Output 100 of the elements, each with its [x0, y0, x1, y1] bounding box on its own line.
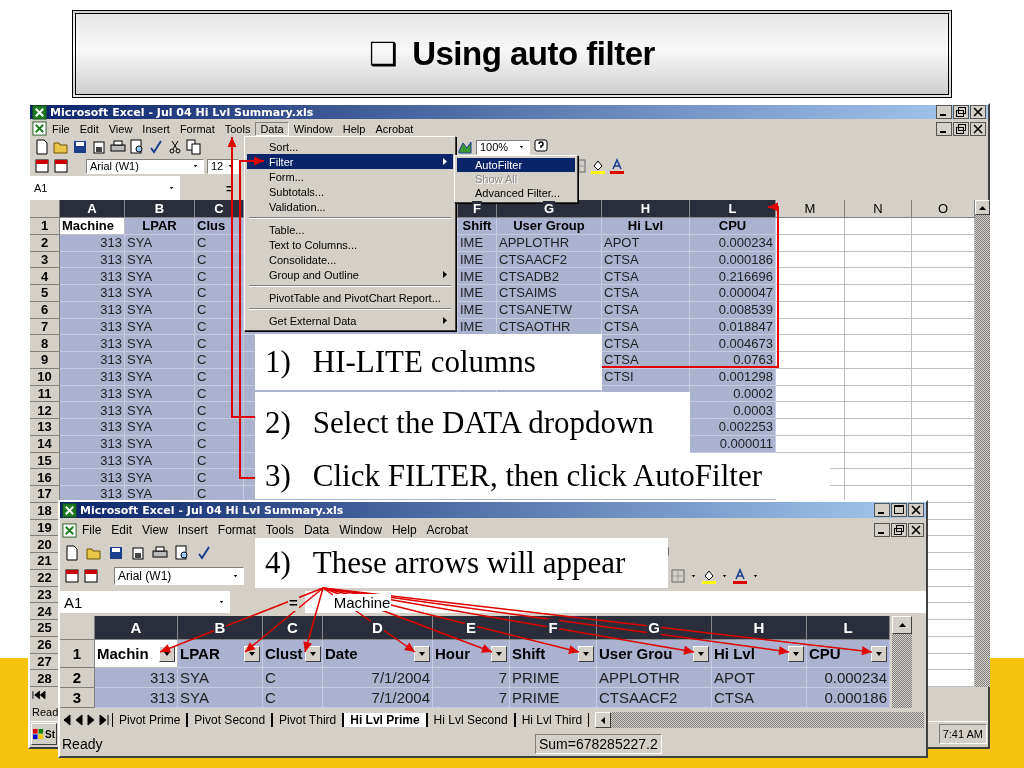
spreadsheet-app-icon[interactable]	[62, 522, 77, 538]
menu-item[interactable]: Help	[386, 522, 422, 538]
sheet-navigation-icon[interactable]	[62, 714, 112, 726]
menu-item[interactable]: Format	[212, 522, 261, 538]
menu-item[interactable]: Tools	[260, 522, 299, 538]
filter-dropdown-button[interactable]	[578, 645, 594, 662]
zoom-dropdown[interactable]: 100%	[476, 139, 530, 155]
minimize-button[interactable]	[874, 503, 890, 517]
column-header[interactable]: A	[95, 616, 178, 640]
restore-button[interactable]	[891, 523, 907, 537]
lock-document-icon[interactable]	[130, 545, 146, 561]
fill-color-icon[interactable]	[590, 158, 606, 174]
scroll-left-button[interactable]	[595, 712, 612, 728]
row-header[interactable]: 16	[30, 469, 60, 486]
sheet-tab[interactable]: Hi Lvl Second	[426, 713, 515, 727]
row-header[interactable]: 12	[30, 402, 60, 419]
menu-item[interactable]: Consolidate...	[247, 252, 453, 267]
minimize-button[interactable]	[936, 105, 952, 119]
close-button[interactable]	[908, 503, 924, 517]
row-header[interactable]: 8	[30, 335, 60, 352]
row-header[interactable]: 4	[30, 268, 60, 285]
menu-item[interactable]: Group and Outline	[247, 267, 453, 282]
column-header[interactable]: B	[178, 616, 263, 640]
print-icon[interactable]	[152, 545, 168, 561]
menu-item[interactable]: Tools	[219, 121, 256, 136]
column-header[interactable]: A	[60, 200, 125, 218]
copy-icon[interactable]	[186, 139, 202, 155]
row-header[interactable]: 21	[30, 553, 60, 570]
pdf-document-icon[interactable]	[34, 158, 50, 174]
column-header[interactable]: L	[690, 200, 776, 218]
row-header[interactable]: 25	[30, 620, 60, 637]
menu-item[interactable]: Window	[288, 121, 338, 136]
name-box[interactable]: A1	[60, 591, 230, 613]
menu-item[interactable]: PivotTable and PivotChart Report...	[247, 290, 453, 305]
filter-dropdown-button[interactable]	[414, 645, 430, 662]
menu-item[interactable]: Subtotals...	[247, 184, 453, 199]
font-color-icon[interactable]	[609, 158, 625, 174]
row-header[interactable]: 2	[60, 668, 95, 688]
menu-item[interactable]: Edit	[106, 522, 138, 538]
menu-item[interactable]: Validation...	[247, 199, 453, 214]
print-preview-icon[interactable]	[129, 139, 145, 155]
menu-item[interactable]: Help	[337, 121, 371, 136]
menu-item[interactable]: Format	[174, 121, 220, 136]
folder-icon[interactable]	[86, 545, 102, 561]
row-header[interactable]: 3	[60, 688, 95, 708]
menu-item[interactable]: Table...	[247, 222, 453, 237]
new-document-icon[interactable]	[64, 545, 80, 561]
pdf-document-icon[interactable]	[53, 158, 69, 174]
row-header[interactable]: 13	[30, 419, 60, 436]
column-header[interactable]: H	[602, 200, 690, 218]
close-button[interactable]	[970, 105, 986, 119]
scroll-up-button[interactable]	[975, 200, 990, 215]
menu-item[interactable]: Form...	[247, 169, 453, 184]
select-all-button[interactable]	[30, 200, 60, 218]
formula-field[interactable]: Machine	[304, 591, 926, 613]
menu-item[interactable]: View	[137, 522, 173, 538]
sheet-tab[interactable]: Hi Lvl Third	[514, 713, 590, 727]
scroll-up-button[interactable]	[892, 616, 912, 634]
column-header[interactable]: H	[712, 616, 807, 640]
menu-item[interactable]: Insert	[137, 121, 175, 136]
column-header[interactable]: N	[845, 200, 912, 218]
menu-item[interactable]: Edit	[74, 121, 104, 136]
filter-dropdown-button[interactable]	[693, 645, 709, 662]
maximize-button[interactable]	[891, 503, 907, 517]
menu-item[interactable]: File	[77, 522, 107, 538]
menu-item[interactable]: File	[47, 121, 75, 136]
close-button[interactable]	[908, 523, 924, 537]
sheet-tab[interactable]: Pivot Prime	[112, 713, 188, 727]
filter-dropdown-button[interactable]	[871, 645, 887, 662]
minimize-button[interactable]	[874, 523, 890, 537]
menu-item[interactable]: Get External Data	[247, 313, 453, 328]
font-color-icon[interactable]	[732, 568, 748, 584]
menu-item[interactable]: Text to Columns...	[247, 237, 453, 252]
column-header[interactable]: O	[912, 200, 975, 218]
menu-item[interactable]: Sort...	[247, 139, 453, 154]
fill-color-icon[interactable]	[701, 568, 717, 584]
minimize-button[interactable]	[936, 121, 952, 136]
row-header[interactable]: 5	[30, 285, 60, 302]
scissors-icon[interactable]	[167, 139, 183, 155]
menu-item[interactable]: View	[103, 121, 138, 136]
column-header[interactable]: B	[125, 200, 195, 218]
column-header[interactable]: C	[263, 616, 323, 640]
row-header[interactable]: 17	[30, 486, 60, 503]
spelling-check-icon[interactable]	[148, 139, 164, 155]
menu-item[interactable]: Acrobat	[421, 522, 473, 538]
restore-button[interactable]	[953, 121, 969, 136]
select-all-button[interactable]	[60, 616, 95, 640]
spreadsheet-app-icon[interactable]	[32, 121, 47, 136]
filter-dropdown-button[interactable]	[788, 645, 804, 662]
sheet-tab[interactable]: Pivot Second	[187, 713, 273, 727]
menu-item[interactable]: Insert	[172, 522, 213, 538]
sheet-tab[interactable]: Hi Lvl Prime	[343, 713, 427, 727]
row-header[interactable]: 9	[30, 352, 60, 369]
new-document-icon[interactable]	[34, 139, 50, 155]
spelling-check-icon[interactable]	[196, 545, 212, 561]
row-header[interactable]: 1	[60, 640, 95, 668]
help-icon[interactable]	[533, 139, 549, 155]
filter-dropdown-button[interactable]	[491, 645, 507, 662]
font-size-dropdown[interactable]: 12	[207, 158, 239, 174]
column-header[interactable]: C	[195, 200, 244, 218]
